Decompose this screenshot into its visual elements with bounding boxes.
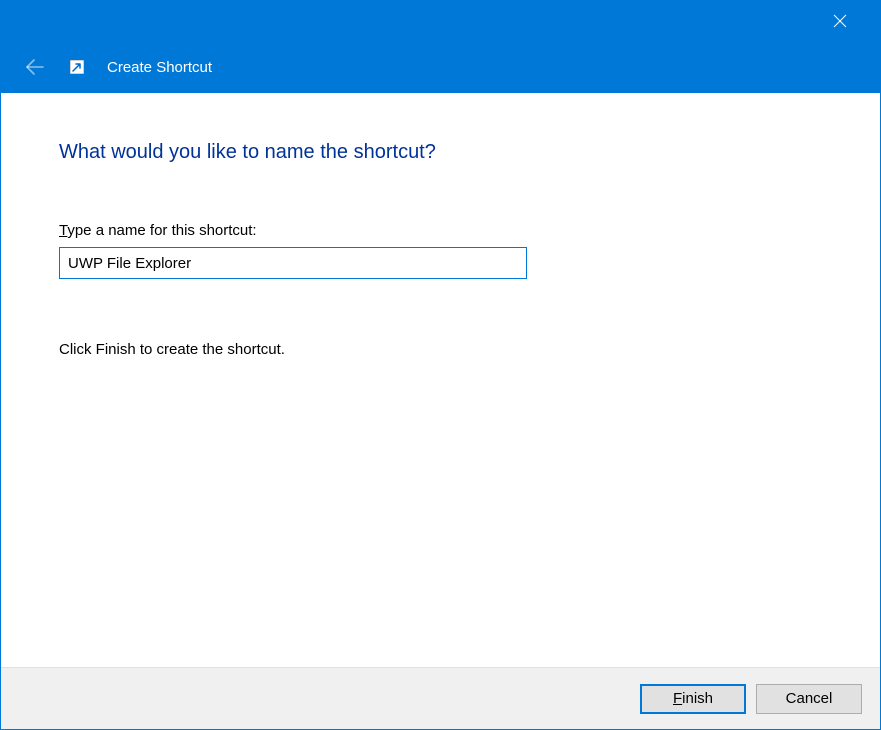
finish-button[interactable]: Finish (640, 684, 746, 714)
instruction-text: Click Finish to create the shortcut. (59, 341, 822, 358)
shortcut-icon (69, 59, 85, 75)
close-icon (833, 14, 847, 28)
close-button[interactable] (817, 1, 862, 41)
page-heading: What would you like to name the shortcut… (59, 141, 822, 164)
window-title: Create Shortcut (107, 59, 212, 76)
shortcut-name-input[interactable] (59, 247, 527, 279)
wizard-content: What would you like to name the shortcut… (1, 93, 880, 667)
cancel-button[interactable]: Cancel (756, 684, 862, 714)
titlebar-nav: Create Shortcut (1, 41, 880, 93)
create-shortcut-wizard: Create Shortcut What would you like to n… (0, 0, 881, 730)
name-field-label: Type a name for this shortcut: (59, 222, 822, 239)
wizard-footer: Finish Cancel (1, 667, 880, 729)
back-button[interactable] (19, 51, 51, 83)
titlebar-top (1, 1, 880, 41)
back-arrow-icon (25, 57, 45, 77)
